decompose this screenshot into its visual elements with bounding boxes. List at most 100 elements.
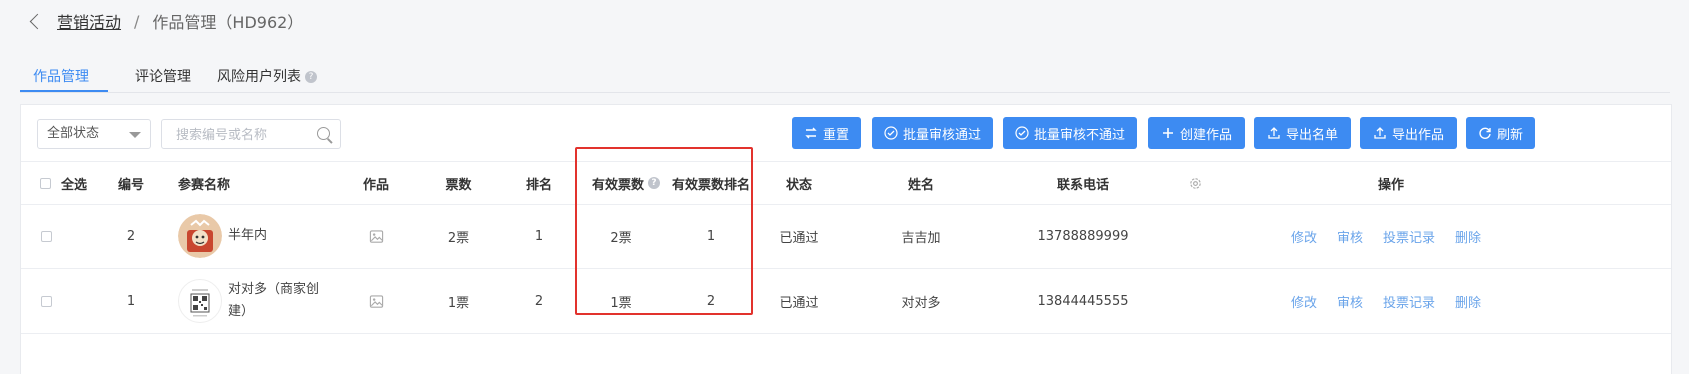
col-rank: 排名	[525, 177, 552, 193]
cell-phone: 13844445555	[1037, 293, 1129, 309]
search-icon[interactable]	[317, 127, 330, 140]
cell-status: 已通过	[779, 295, 819, 311]
review-link[interactable]: 审核	[1337, 227, 1363, 246]
delete-link[interactable]: 删除	[1455, 292, 1481, 311]
select-all-checkbox[interactable]	[40, 177, 51, 189]
col-valid-rank: 有效票数排名	[671, 177, 750, 193]
cell-valid-rank: 2	[706, 293, 716, 309]
col-phone: 联系电话	[1056, 177, 1109, 193]
batch-reject-button[interactable]: 批量审核不通过	[1003, 117, 1137, 149]
cell-actions: 修改 审核 投票记录 删除	[1291, 269, 1501, 333]
table-row: 1 对对多（商家创建） 1票 2 1票 2 已通过 对对多 1384444555…	[21, 269, 1671, 334]
row-checkbox-cell	[40, 204, 52, 268]
edit-link[interactable]: 修改	[1291, 292, 1317, 311]
export-list-label: 导出名单	[1285, 127, 1338, 143]
row-checkbox[interactable]	[40, 295, 52, 307]
select-all[interactable]: 全选	[40, 162, 100, 204]
search-input[interactable]	[174, 120, 318, 150]
cell-person: 对对多	[901, 295, 941, 311]
create-work-label: 创建作品	[1179, 127, 1232, 143]
cell-name: 半年内	[178, 204, 338, 268]
breadcrumb-parent-link[interactable]: 营销活动	[57, 9, 121, 33]
upload-icon	[1374, 127, 1386, 139]
tab-works[interactable]: 作品管理	[33, 66, 89, 86]
create-work-button[interactable]: 创建作品	[1148, 117, 1245, 149]
cell-work	[356, 269, 396, 333]
cell-votes: 2票	[447, 230, 470, 246]
col-status: 状态	[785, 177, 812, 193]
cell-actions: 修改 审核 投票记录 删除	[1291, 204, 1501, 268]
cell-status: 已通过	[779, 230, 819, 246]
tab-risk-users-label: 风险用户列表	[217, 69, 301, 85]
reset-icon	[805, 127, 817, 139]
breadcrumb-current: 作品管理（HD962）	[152, 13, 304, 32]
upload-icon	[1268, 127, 1280, 139]
col-actions: 操作	[1377, 177, 1404, 193]
cell-person: 吉吉加	[901, 230, 941, 246]
check-circle-icon	[1015, 126, 1029, 140]
col-valid-votes-label: 有效票数	[591, 177, 644, 193]
col-person: 姓名	[907, 177, 934, 193]
breadcrumb-separator: /	[134, 11, 140, 31]
delete-link[interactable]: 删除	[1455, 227, 1481, 246]
row-checkbox-cell	[40, 269, 52, 333]
chevron-down-icon	[129, 132, 141, 138]
status-select[interactable]: 全部状态	[37, 119, 151, 149]
content-panel: 全部状态 重置 批量审核通过 批量审核不通过 创建作品 导出名单 导出作品 刷新…	[20, 104, 1672, 374]
search-box	[161, 119, 341, 150]
entry-thumbnail	[178, 214, 222, 258]
help-icon[interactable]: ?	[648, 177, 660, 189]
select-all-label: 全选	[61, 177, 88, 193]
col-name: 参赛名称	[178, 177, 231, 193]
cell-rank: 1	[534, 228, 544, 244]
status-select-value: 全部状态	[47, 126, 100, 141]
gear-icon	[1189, 177, 1201, 189]
cell-id: 2	[126, 228, 136, 244]
table-row: 2 半年内 2票 1 2票 1 已通过 吉吉加 13788889999 修改 审…	[21, 204, 1671, 269]
cell-work	[356, 204, 396, 268]
batch-approve-label: 批量审核通过	[902, 127, 981, 143]
entry-name: 半年内	[228, 228, 268, 243]
cell-valid-votes: 2票	[610, 230, 632, 246]
breadcrumb: 营销活动 / 作品管理（HD962）	[29, 8, 304, 34]
cell-valid-votes: 1票	[610, 295, 632, 311]
tab-comments[interactable]: 评论管理	[135, 66, 191, 86]
active-tab-indicator	[20, 90, 108, 92]
refresh-label: 刷新	[1496, 127, 1523, 143]
reset-button[interactable]: 重置	[792, 117, 861, 149]
image-icon[interactable]	[369, 294, 384, 309]
col-work: 作品	[362, 177, 389, 193]
edit-link[interactable]: 修改	[1291, 227, 1317, 246]
export-works-label: 导出作品	[1391, 127, 1444, 143]
entry-name: 对对多（商家创建）	[228, 282, 320, 319]
export-list-button[interactable]: 导出名单	[1254, 117, 1351, 149]
tab-bar: 作品管理 评论管理 风险用户列表?	[20, 60, 1670, 93]
export-works-button[interactable]: 导出作品	[1360, 117, 1457, 149]
help-icon[interactable]: ?	[305, 71, 317, 83]
cell-valid-rank: 1	[706, 228, 716, 244]
vote-records-link[interactable]: 投票记录	[1383, 227, 1435, 246]
column-settings[interactable]	[1183, 162, 1207, 204]
back-arrow-icon[interactable]	[29, 13, 46, 30]
cell-votes: 1票	[447, 295, 470, 311]
refresh-button[interactable]: 刷新	[1466, 117, 1535, 149]
vote-records-link[interactable]: 投票记录	[1383, 292, 1435, 311]
col-valid-votes: 有效票数 ?	[576, 162, 676, 204]
col-id: 编号	[117, 177, 144, 193]
cell-rank: 2	[534, 293, 544, 309]
row-checkbox[interactable]	[40, 230, 52, 242]
batch-reject-label: 批量审核不通过	[1033, 127, 1125, 143]
tab-risk-users[interactable]: 风险用户列表?	[217, 66, 317, 86]
entry-thumbnail	[178, 279, 222, 323]
plus-icon	[1162, 128, 1173, 138]
table-header: 全选 编号 参赛名称 作品 票数 排名 有效票数 ? 有效票数排名 状态 姓名 …	[21, 161, 1671, 205]
batch-approve-button[interactable]: 批量审核通过	[872, 117, 993, 149]
review-link[interactable]: 审核	[1337, 292, 1363, 311]
col-votes: 票数	[445, 177, 472, 193]
cell-name: 对对多（商家创建）	[178, 269, 348, 333]
image-icon[interactable]	[369, 229, 384, 244]
cell-phone: 13788889999	[1037, 228, 1129, 244]
refresh-icon	[1479, 127, 1491, 139]
cell-id: 1	[126, 293, 136, 309]
check-circle-icon	[884, 126, 898, 140]
